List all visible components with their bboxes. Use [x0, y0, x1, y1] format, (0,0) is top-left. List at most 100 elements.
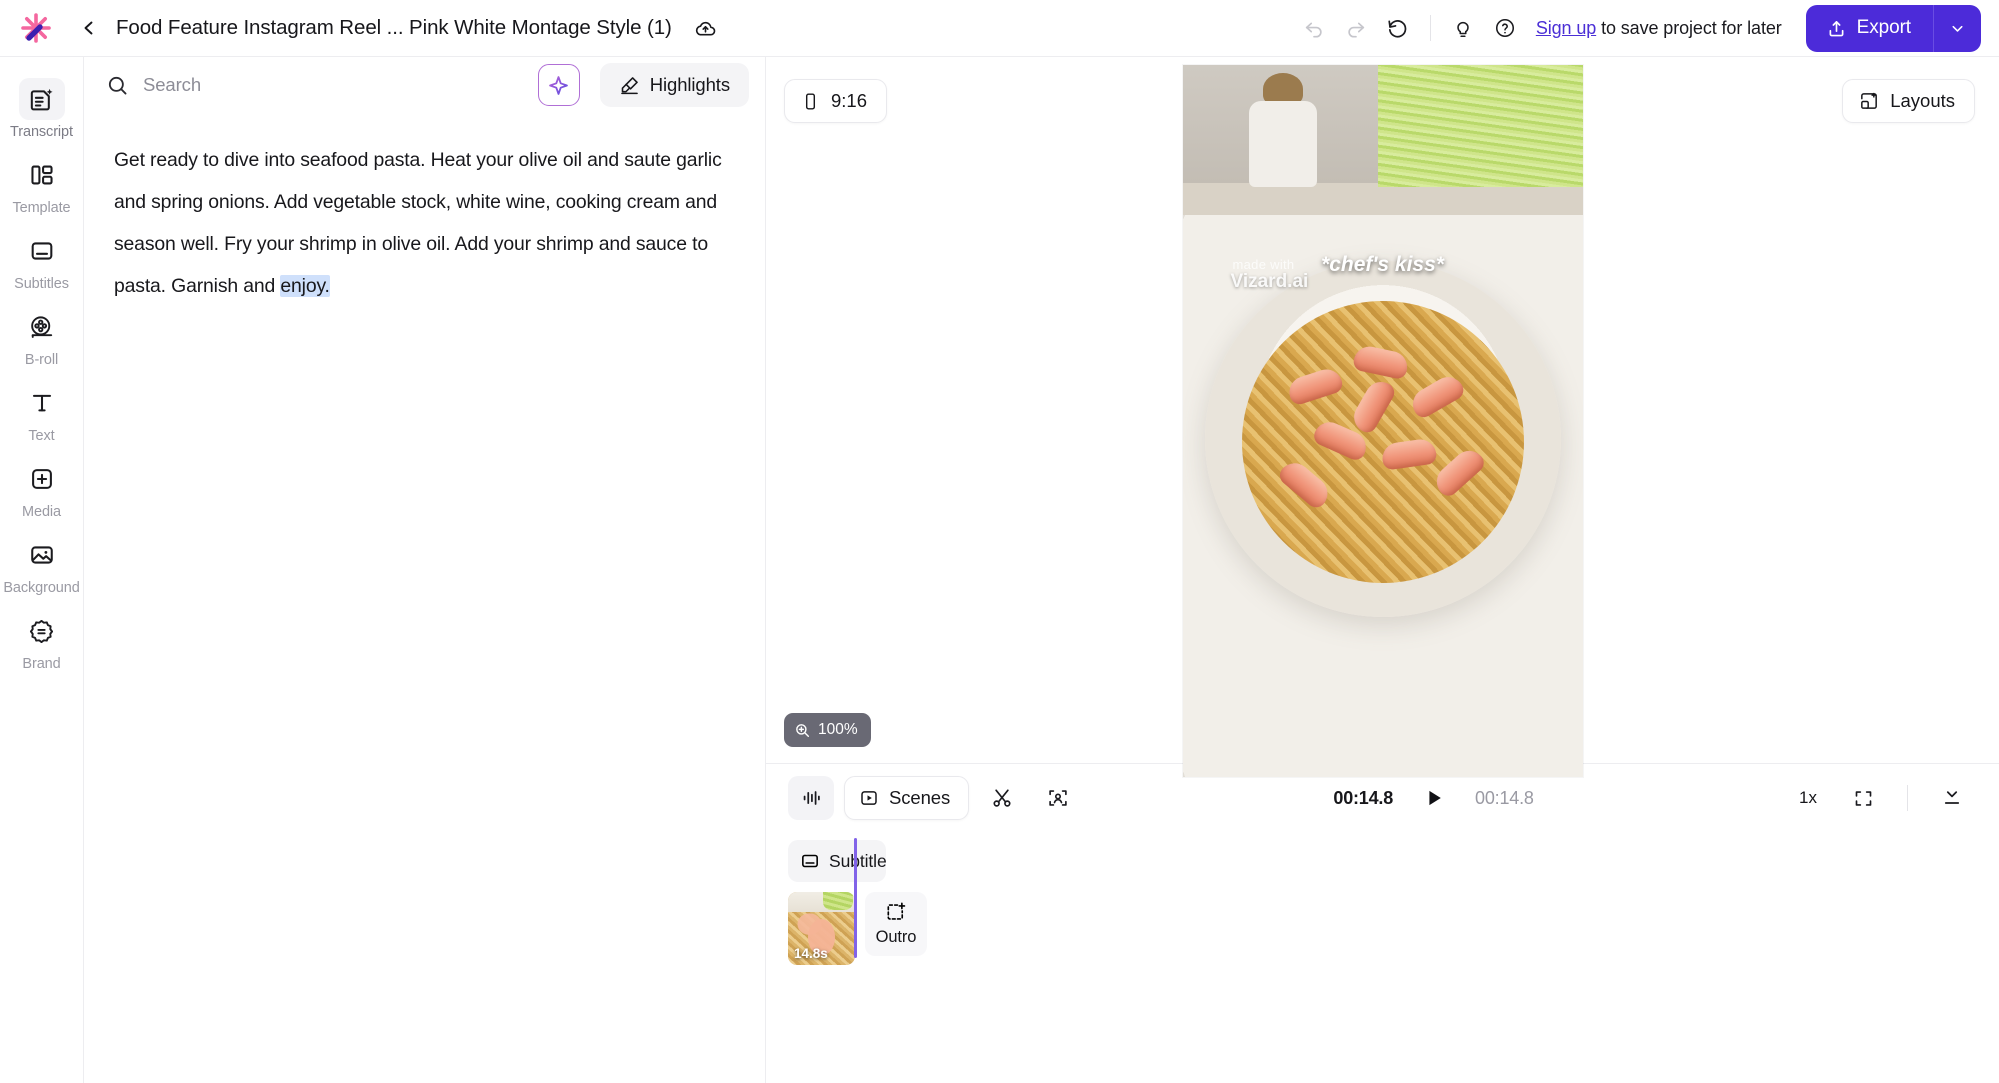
sidebar-item-media[interactable]: Media [4, 451, 80, 525]
help-circle-icon[interactable] [1484, 7, 1526, 49]
zoom-level-button[interactable]: 100% [784, 713, 871, 747]
sidebar-label-broll: B-roll [24, 352, 59, 368]
signup-link[interactable]: Sign up [1536, 18, 1596, 38]
export-group: Export [1805, 4, 1981, 52]
watermark-brand: Vizard.ai [1230, 271, 1309, 292]
export-dropdown-button[interactable] [1933, 4, 1981, 52]
sidebar-label-template: Template [12, 200, 71, 216]
timeline-divider [1907, 785, 1908, 811]
timeline-tracks[interactable]: Subtitles 14.8s [766, 832, 1999, 1083]
vizard-sparkle-logo[interactable] [14, 6, 58, 50]
search-icon [106, 74, 129, 97]
redo-button[interactable] [1335, 7, 1377, 49]
total-time: 00:14.8 [1475, 787, 1534, 808]
film-reel-icon [19, 306, 65, 348]
watermark-prefix: made with [1232, 257, 1295, 272]
preview-stage: 9:16 Layouts *chef's kiss* made with Viz… [766, 57, 1999, 777]
sidebar-label-brand: Brand [22, 656, 61, 672]
sidebar-item-broll[interactable]: B-roll [4, 299, 80, 373]
sidebar-item-brand[interactable]: Brand [4, 603, 80, 677]
collapse-panel-icon [1941, 787, 1963, 809]
subtitle-box-icon [800, 851, 820, 871]
video-preview[interactable]: *chef's kiss* made with Vizard.ai [1182, 65, 1583, 777]
transcript-header: Highlights [84, 57, 765, 113]
cloud-upload-icon[interactable] [694, 17, 717, 40]
play-button[interactable] [1417, 781, 1451, 815]
add-outro-button[interactable]: Outro [865, 892, 927, 956]
playback-speed-button[interactable]: 1x [1786, 778, 1830, 818]
timeline-playhead[interactable] [854, 838, 857, 958]
sidebar-item-subtitles[interactable]: Subtitles [4, 223, 80, 297]
play-square-icon [859, 788, 879, 808]
transcript-icon [18, 78, 65, 120]
preview-pasta [1241, 301, 1524, 583]
layouts-button[interactable]: Layouts [1842, 79, 1975, 123]
subtitles-icon [19, 230, 65, 272]
sidebar-label-subtitles: Subtitles [14, 276, 69, 292]
transcript-body: Get ready to dive into seafood pasta. He… [84, 113, 765, 307]
phone-portrait-icon [801, 92, 820, 111]
revert-history-button[interactable] [1377, 7, 1419, 49]
sidebar-label-media: Media [22, 504, 61, 520]
preview-greens [1377, 65, 1583, 187]
highlighter-pen-icon [619, 75, 640, 96]
layouts-label: Layouts [1890, 90, 1955, 111]
subtitle-track-label: Subtitles [829, 850, 886, 871]
transcript-panel: Highlights Get ready to dive into seafoo… [84, 57, 766, 1083]
audio-waveform-button[interactable] [788, 776, 834, 820]
top-bar: Food Feature Instagram Reel ... Pink Whi… [0, 0, 1999, 57]
scenes-label: Scenes [889, 787, 951, 808]
playback-controls: 00:14.8 00:14.8 [1091, 781, 1776, 815]
sidebar-label-transcript: Transcript [10, 124, 73, 140]
toolbar-divider [1429, 15, 1431, 41]
page-title: Food Feature Instagram Reel ... Pink Whi… [116, 16, 672, 39]
preview-caption: *chef's kiss* [1321, 253, 1444, 276]
face-track-icon [1047, 787, 1069, 809]
template-icon [19, 154, 65, 196]
sidebar-item-text[interactable]: Text [4, 375, 80, 449]
highlights-button[interactable]: Highlights [599, 63, 749, 107]
export-button[interactable]: Export [1805, 4, 1933, 52]
scissors-icon [991, 787, 1013, 809]
preview-pepper-grinder [1241, 73, 1325, 187]
undo-button[interactable] [1293, 7, 1335, 49]
text-t-icon [19, 382, 65, 424]
collapse-panel-button[interactable] [1929, 776, 1975, 820]
clip-row: 14.8s Outro [788, 892, 1999, 965]
signup-prompt: Sign up to save project for later [1536, 18, 1782, 39]
layouts-icon [1859, 91, 1879, 111]
image-icon [19, 534, 65, 576]
aspect-ratio-label: 9:16 [831, 90, 868, 111]
app-root: Food Feature Instagram Reel ... Pink Whi… [0, 0, 1999, 1083]
current-time: 00:14.8 [1333, 787, 1394, 808]
timeline-panel: Scenes 00:14.8 00:14.8 1x Subtitle 14.8s… [766, 763, 1999, 1083]
back-button[interactable] [72, 11, 106, 45]
transcript-selection[interactable]: enjoy. [280, 275, 330, 297]
sidebar-item-background[interactable]: Background [3, 527, 80, 601]
aspect-ratio-button[interactable]: 9:16 [784, 79, 888, 123]
sidebar-item-transcript[interactable]: Transcript [4, 71, 80, 145]
lightbulb-icon[interactable] [1442, 7, 1484, 49]
subtitle-track-chip[interactable]: Subtitles [788, 840, 886, 882]
face-track-button[interactable] [1035, 776, 1081, 820]
scenes-button[interactable]: Scenes [844, 776, 970, 820]
add-outro-icon [885, 901, 907, 923]
fullscreen-icon [1853, 788, 1874, 809]
sidebar-label-text: Text [28, 428, 55, 444]
ai-magic-button[interactable] [537, 64, 580, 106]
sidebar-item-template[interactable]: Template [4, 147, 80, 221]
cut-button[interactable] [979, 776, 1025, 820]
play-icon [1423, 787, 1445, 809]
left-sidebar: Transcript Template Subtitles B-roll Tex… [0, 57, 84, 1083]
media-plus-icon [19, 458, 65, 500]
brand-badge-icon [19, 610, 65, 652]
search-input[interactable] [143, 74, 530, 96]
search-bar [106, 74, 530, 97]
timeline-clip[interactable]: 14.8s [788, 892, 855, 965]
transcript-text[interactable]: Get ready to dive into seafood pasta. He… [114, 139, 731, 307]
export-share-icon [1826, 18, 1847, 39]
clip-duration-label: 14.8s [794, 946, 828, 961]
fullscreen-button[interactable] [1840, 776, 1886, 820]
ai-sparkle-icon [547, 74, 570, 97]
audio-waveform-icon [800, 787, 822, 809]
